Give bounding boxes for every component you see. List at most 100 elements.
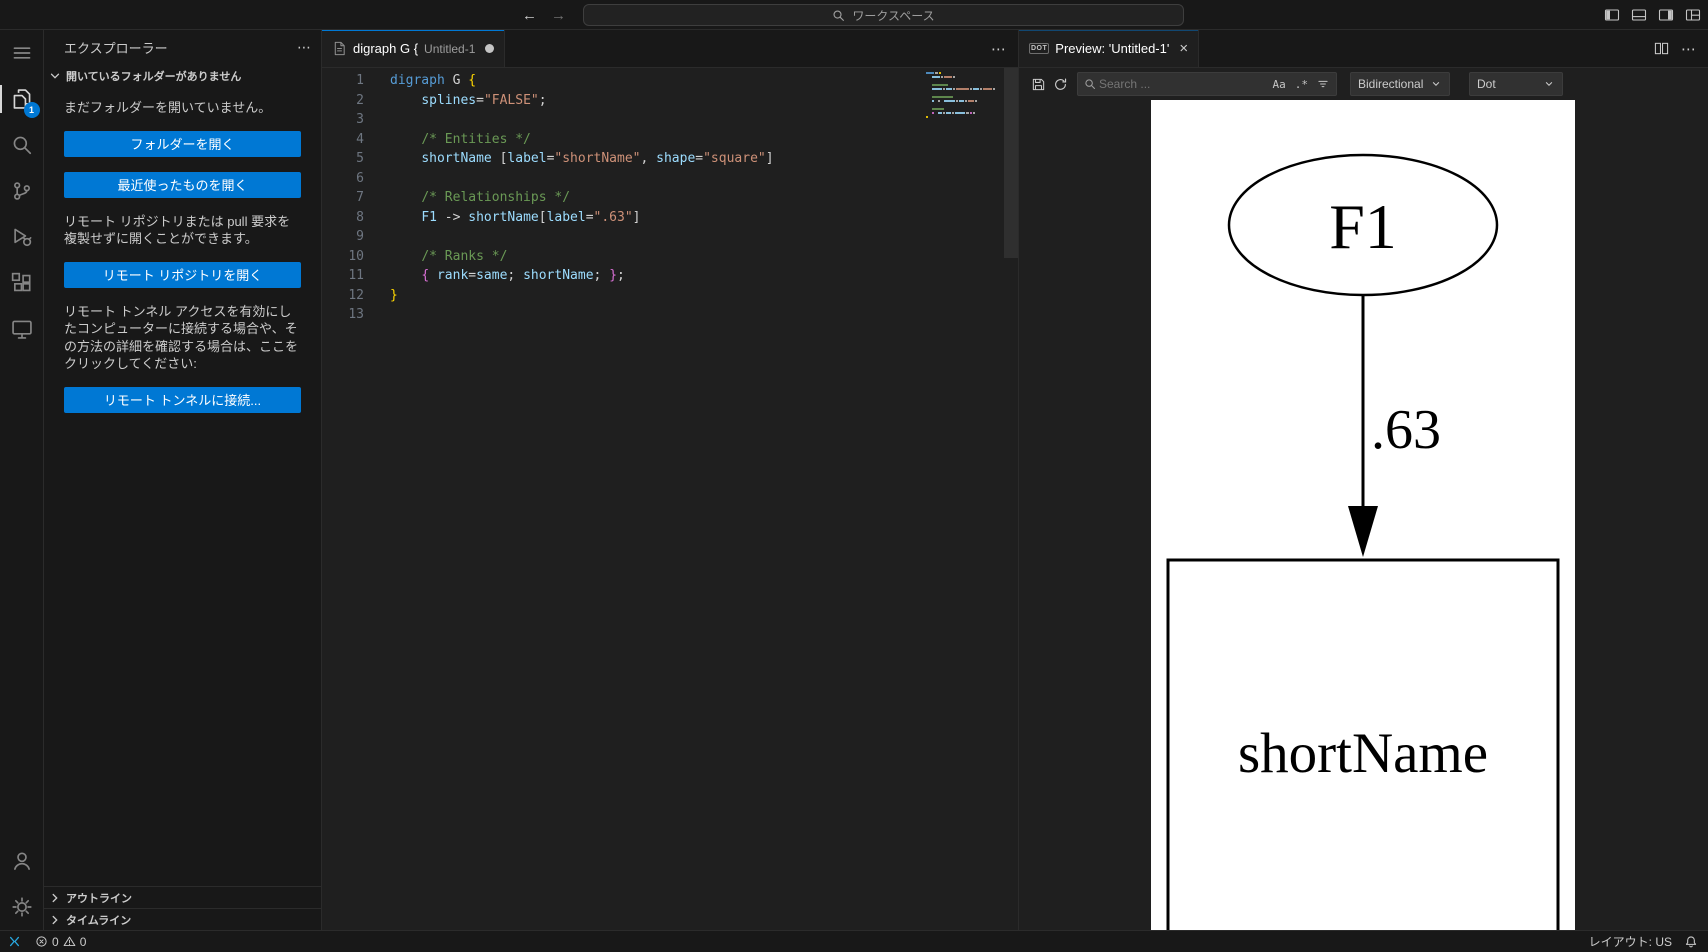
filter-options-icon[interactable] [1314,77,1332,91]
remote-indicator[interactable] [0,931,29,952]
search-icon [832,9,845,22]
line-number: 10 [348,248,364,264]
code-line[interactable]: /* Entities */ [390,130,1018,150]
source-control-activity-icon[interactable] [0,168,44,214]
extensions-activity-icon[interactable] [0,260,44,306]
welcome-view: まだフォルダーを開いていません。 フォルダーを開く 最近使ったものを開く リモー… [44,87,321,886]
line-number: 8 [356,209,364,225]
forward-button[interactable]: → [551,8,566,23]
graphviz-canvas[interactable]: F1 .63 shortName [1151,100,1575,930]
code-content: digraph G { splines="FALSE"; /* Entities… [390,68,1018,930]
chevron-down-icon [1430,78,1442,90]
editor-scrollbar[interactable] [1004,68,1018,258]
save-icon[interactable] [1027,73,1049,95]
menu-button[interactable] [0,30,44,76]
back-button[interactable]: ← [522,8,537,23]
open-remote-repository-button[interactable]: リモート リポジトリを開く [64,261,301,288]
status-bar-right: レイアウト: US [1583,931,1708,952]
minimap-line [926,119,1004,123]
account-icon[interactable] [0,838,44,884]
code-line[interactable]: F1 -> shortName[label=".63"] [390,208,1018,228]
preview-tabbar-actions: ⋯ [1642,30,1708,67]
title-bar: ← → ワークスペース [0,0,1708,30]
chevron-right-icon [47,890,63,906]
sidebar-title: エクスプローラー [64,41,168,56]
refresh-icon[interactable] [1049,73,1071,95]
layout-label: レイアウト: US [1588,935,1672,949]
code-line[interactable]: splines="FALSE"; [390,91,1018,111]
nav-history: ← → [522,0,566,30]
code-line[interactable]: /* Relationships */ [390,188,1018,208]
preview-more-actions-icon[interactable]: ⋯ [1681,40,1696,58]
engine-select[interactable]: Dot [1469,72,1563,96]
remote-explorer-activity-icon[interactable] [0,306,44,352]
toggle-sidebar-icon[interactable] [1603,6,1621,24]
chevron-right-icon [47,912,63,928]
timeline-pane-header[interactable]: タイムライン [44,908,321,930]
problems-indicator[interactable]: 0 0 [29,931,92,952]
connect-tunnel-button[interactable]: リモート トンネルに接続... [64,386,301,413]
direction-select[interactable]: Bidirectional [1350,72,1450,96]
explorer-sidebar: エクスプローラー ⋯ 開いているフォルダーがありません まだフォルダーを開いてい… [44,30,322,930]
preview-tab-bar: DOT Preview: 'Untitled-1' × ⋯ [1019,30,1708,68]
code-line[interactable]: { rank=same; shortName; }; [390,266,1018,286]
editor-group: digraph G { Untitled-1 ⋯ 1 2 3 4 5 6 7 8 9 10 11 12… [322,30,1018,930]
settings-gear-icon[interactable] [0,884,44,930]
no-folder-section-header[interactable]: 開いているフォルダーがありません [44,65,321,87]
line-number: 9 [356,229,364,244]
preview-group: DOT Preview: 'Untitled-1' × ⋯ Aa .* [1018,30,1708,930]
close-icon[interactable]: × [1179,41,1188,56]
line-number: 4 [356,131,364,147]
graph-node-f1-label: F1 [1329,191,1397,262]
command-center-search[interactable]: ワークスペース [583,4,1184,26]
line-number: 12 [348,287,364,303]
chevron-down-icon [1543,78,1555,90]
dot-file-icon: DOT [1029,43,1050,54]
explorer-badge: 1 [23,102,40,118]
minimap[interactable] [926,71,1004,123]
outline-pane-header[interactable]: アウトライン [44,886,321,908]
code-line[interactable] [390,227,1018,247]
toggle-secondary-sidebar-icon[interactable] [1657,6,1675,24]
preview-canvas-area: F1 .63 shortName [1019,100,1708,930]
split-editor-icon[interactable] [1654,41,1669,56]
line-number: 13 [348,307,364,322]
line-number: 11 [348,268,364,283]
keyboard-layout-indicator[interactable]: レイアウト: US [1583,931,1678,952]
sidebar-more-icon[interactable]: ⋯ [297,39,311,56]
open-recent-button[interactable]: 最近使ったものを開く [64,171,301,198]
tunnel-text: リモート トンネル アクセスを有効にしたコンピューターに接続する場合や、その方法… [64,303,299,372]
notifications-bell-icon[interactable] [1678,931,1708,952]
graph-edge-label: .63 [1371,399,1441,461]
graph-edge-arrowhead [1348,506,1378,557]
code-line[interactable]: digraph G { [390,71,1018,91]
layout-controls [1603,0,1702,30]
preview-search-input[interactable] [1099,77,1267,91]
regex-icon[interactable]: .* [1292,77,1311,92]
code-line[interactable]: } [390,286,1018,306]
match-case-icon[interactable]: Aa [1270,77,1289,92]
tab-untitled-1[interactable]: digraph G { Untitled-1 [322,30,506,67]
open-folder-button[interactable]: フォルダーを開く [64,130,301,157]
dirty-indicator-dot[interactable] [485,44,495,53]
command-center-label: ワークスペース [852,8,935,23]
editor-gutter: 1 2 3 4 5 6 7 8 9 10 11 12 13 [322,68,390,930]
customize-layout-icon[interactable] [1684,6,1702,24]
sidebar-title-row: エクスプローラー ⋯ [44,30,321,65]
preview-tab-label: Preview: 'Untitled-1' [1055,41,1170,56]
code-line[interactable]: shortName [label="shortName", shape="squ… [390,149,1018,169]
line-number: 3 [356,112,364,127]
code-line[interactable] [390,169,1018,189]
tab-preview-untitled-1[interactable]: DOT Preview: 'Untitled-1' × [1019,30,1200,67]
direction-select-value: Bidirectional [1358,77,1424,91]
run-debug-activity-icon[interactable] [0,214,44,260]
warning-icon [63,935,76,948]
code-line[interactable] [390,305,1018,325]
editor-more-actions-icon[interactable]: ⋯ [991,40,1006,58]
code-line[interactable]: /* Ranks */ [390,247,1018,267]
code-line[interactable] [390,110,1018,130]
line-number: 2 [356,92,364,108]
search-activity-icon[interactable] [0,122,44,168]
explorer-activity-icon[interactable]: 1 [0,76,44,122]
toggle-panel-icon[interactable] [1630,6,1648,24]
